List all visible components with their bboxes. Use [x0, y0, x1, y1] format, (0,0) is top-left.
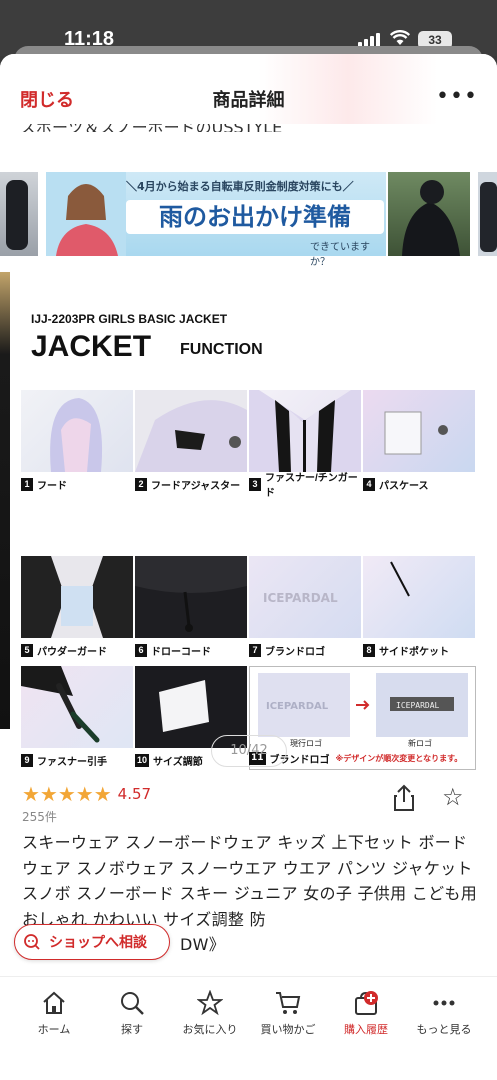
product-detail-sheet: 閉じる 商品詳細 ••• スポーツ＆スノーボードのUSSTYLE ＼4月から始ま… [0, 54, 497, 1080]
image-pager: 10/42 [211, 735, 287, 767]
feature-label: ドローコード [151, 646, 211, 658]
banner-thumb-man[interactable] [388, 172, 470, 256]
rating-value: 4.57 [117, 785, 152, 803]
rain-banner-headline: 雨のお出かけ準備 [126, 200, 384, 234]
product-heading-sub: FUNCTION [180, 341, 263, 358]
feature-label: パウダーガード [37, 646, 107, 658]
tab-more[interactable]: もっと見る [404, 989, 484, 1037]
feature-label: サイドポケット [379, 646, 449, 658]
product-image[interactable]: IJJ-2203PR GIRLS BASIC JACKET JACKET FUN… [10, 272, 497, 770]
banner-thumb-left[interactable] [0, 172, 38, 256]
feature-cell: 5 パウダーガード [21, 556, 133, 658]
chat-icon [24, 934, 40, 950]
rating[interactable]: ★★★★★ 4.57 [22, 784, 151, 804]
favorite-star-icon[interactable]: ☆ [442, 785, 464, 809]
new-logo-caption: 新ロゴ [408, 739, 432, 748]
feature-cell: 8 サイドポケット [363, 556, 475, 658]
banner-thumb-right[interactable] [478, 172, 497, 256]
tab-favorites[interactable]: お気に入り [170, 989, 250, 1037]
feature-label: サイズ調節 [153, 756, 203, 768]
product-heading: JACKET [31, 330, 152, 363]
share-icon[interactable] [393, 784, 415, 812]
product-code: IJJ-2203PR GIRLS BASIC JACKET [31, 312, 228, 326]
rain-banner[interactable]: ＼4月から始まる自転車反則金制度対策にも／ 雨のお出かけ準備 できていますか？ [46, 172, 386, 268]
history-icon [355, 991, 378, 1015]
feature-label: ファスナー/チンガード [265, 473, 358, 499]
current-logo-caption: 現行ロゴ [290, 739, 322, 748]
feature-cell: 4 パスケース [363, 390, 475, 492]
home-icon [43, 991, 65, 1014]
tab-home[interactable]: ホーム [14, 989, 94, 1037]
clipped-shop-text: スポーツ＆スノーボードのUSSTYLE [20, 124, 380, 132]
wifi-icon [390, 30, 410, 45]
feature-cell: 2 フードアジャスター [135, 390, 247, 492]
model-photo [46, 172, 126, 256]
header: 閉じる 商品詳細 ••• [0, 54, 497, 124]
more-menu-button[interactable]: ••• [436, 84, 478, 109]
brand-logo-text: ICEPARDAL [263, 591, 338, 605]
cart-icon [276, 992, 301, 1014]
feature-label: パスケース [379, 480, 429, 492]
feature-cell: 1 フード [21, 390, 133, 492]
bottom-tab-bar: ホーム 探す お気に入り 買い物かご 購入履歴 もっと見る [0, 976, 497, 1080]
page-title: 商品詳細 [212, 90, 285, 111]
more-icon [433, 1000, 455, 1006]
rain-banner-sub: できていますか？ [310, 242, 370, 268]
consult-shop-button[interactable]: ショップへ相談 [14, 924, 170, 960]
carousel-left-edge [0, 272, 10, 729]
feature-label: フードアジャスター [151, 480, 241, 492]
feature-cell: 6 ドローコード [135, 556, 247, 658]
feature-label: ファスナー引手 [37, 756, 107, 768]
star-icon [197, 990, 223, 1016]
logo-note: ※デザインが順次変更となります。 [335, 754, 463, 763]
feature-cell: 3 ファスナー/チンガード [249, 390, 361, 499]
banner-carousel[interactable]: ＼4月から始まる自転車反則金制度対策にも／ 雨のお出かけ準備 できていますか？ [0, 172, 497, 268]
current-logo-text: ICEPARDAL [266, 701, 329, 712]
feature-cell: ICEPARDAL 7 ブランドロゴ [249, 556, 361, 658]
search-icon [121, 992, 144, 1015]
star-rating-icon: ★★★★★ [22, 782, 112, 806]
feature-cell: 9 ファスナー引手 [21, 666, 133, 768]
tab-history[interactable]: 購入履歴 [326, 989, 406, 1037]
feature-label: ブランドロゴ [265, 646, 325, 658]
review-count[interactable]: 255件 [22, 808, 57, 825]
rain-banner-top: ＼4月から始まる自転車反則金制度対策にも／ [126, 180, 354, 193]
new-logo-text: ICEPARDAL [396, 701, 440, 710]
tab-cart[interactable]: 買い物かご [248, 989, 328, 1037]
feature-label: フード [37, 480, 67, 492]
tab-search[interactable]: 探す [92, 989, 172, 1037]
